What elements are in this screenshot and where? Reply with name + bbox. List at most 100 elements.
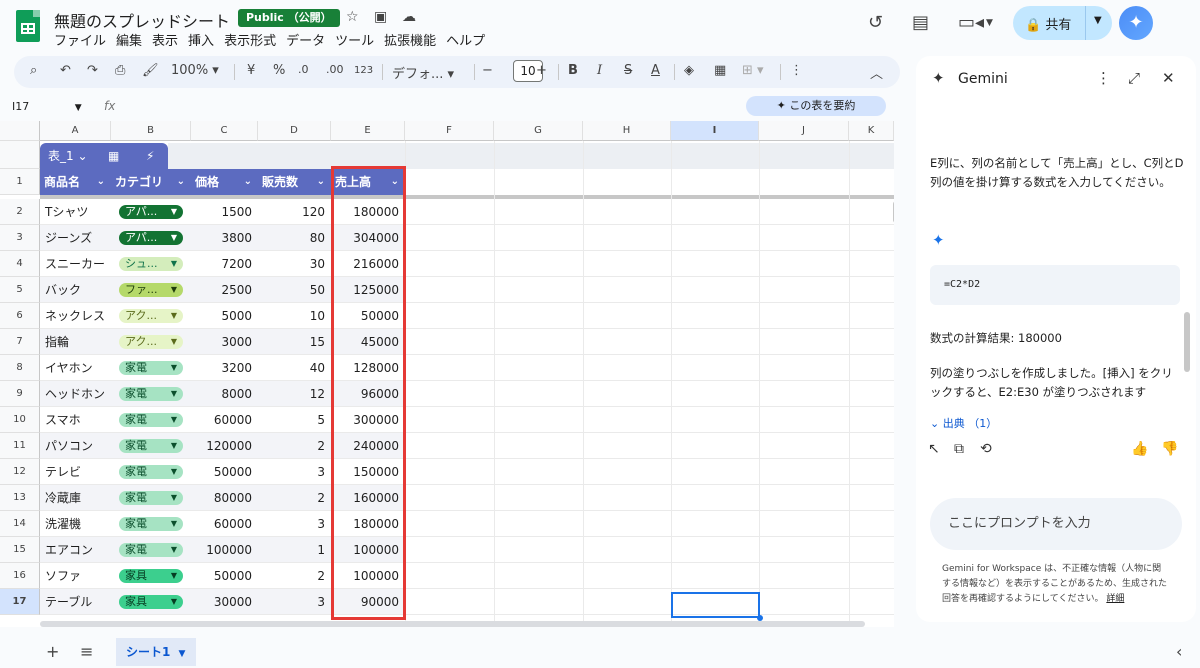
column-header-A[interactable]: A — [40, 121, 111, 141]
chip-dropdown-icon[interactable]: ▼ — [171, 283, 177, 297]
cell-quantity[interactable]: 50 — [258, 277, 331, 303]
number-format-button[interactable]: 123 — [354, 65, 373, 76]
collapse-toolbar-icon[interactable]: ︿ — [870, 63, 883, 82]
menu-item[interactable]: データ — [286, 30, 325, 49]
chip-dropdown-icon[interactable]: ▼ — [171, 257, 177, 271]
cell-quantity[interactable]: 3 — [258, 459, 331, 485]
cell-category[interactable]: シュ... ▼ — [111, 251, 191, 277]
font-size-decrease-button[interactable]: − — [482, 63, 493, 78]
cell-price[interactable]: 60000 — [191, 511, 258, 537]
menu-item[interactable]: 表示 — [152, 30, 178, 49]
cell-product-name[interactable]: ソファ — [40, 563, 111, 589]
row-header-3[interactable]: 3 — [0, 225, 40, 251]
table-header-2[interactable]: 価格 ⌄ — [191, 169, 258, 195]
active-cell-I17[interactable] — [671, 592, 760, 618]
borders-icon[interactable]: ▦ — [714, 63, 726, 78]
cell-category[interactable]: 家電 ▼ — [111, 537, 191, 563]
cell-category[interactable]: ファ... ▼ — [111, 277, 191, 303]
row-header-10[interactable]: 10 — [0, 407, 40, 433]
column-header-I[interactable]: I — [671, 121, 759, 141]
cell-category[interactable]: 家電 ▼ — [111, 511, 191, 537]
row-header-5[interactable]: 5 — [0, 277, 40, 303]
more-options-icon[interactable]: ⋮ — [790, 63, 803, 78]
cell-quantity[interactable]: 1 — [258, 537, 331, 563]
cell-price[interactable]: 120000 — [191, 433, 258, 459]
cell-product-name[interactable]: 洗濯機 — [40, 511, 111, 537]
percent-format-button[interactable]: % — [273, 63, 285, 78]
cell-product-name[interactable]: パソコン — [40, 433, 111, 459]
row-header-17[interactable]: 17 — [0, 589, 40, 615]
expand-icon[interactable]: ⤢ — [1128, 69, 1140, 87]
category-chip[interactable]: 家電 ▼ — [119, 491, 183, 505]
cell-product-name[interactable]: Tシャツ — [40, 199, 111, 225]
cell-product-name[interactable]: テレビ — [40, 459, 111, 485]
explore-icon[interactable]: ‹ — [1176, 642, 1182, 661]
cell-product-name[interactable]: バック — [40, 277, 111, 303]
fill-handle[interactable] — [757, 615, 763, 621]
more-options-icon[interactable]: ⋮ — [1096, 69, 1111, 87]
chip-dropdown-icon[interactable]: ▼ — [171, 361, 177, 375]
fill-color-icon[interactable]: ◈ — [684, 63, 694, 78]
chip-dropdown-icon[interactable]: ▼ — [171, 491, 177, 505]
cell-price[interactable]: 5000 — [191, 303, 258, 329]
menu-item[interactable]: ヘルプ — [446, 30, 485, 49]
bold-button[interactable]: B — [568, 63, 578, 78]
row-header-1[interactable]: 1 — [0, 169, 40, 195]
cell-quantity[interactable]: 2 — [258, 563, 331, 589]
increase-decimal-button[interactable]: .00 — [326, 63, 344, 76]
sheet-tab-1[interactable]: シート1 ▼ — [116, 638, 196, 666]
category-chip[interactable]: アク... ▼ — [119, 335, 183, 349]
meet-icon[interactable]: ▭◂ — [958, 12, 984, 33]
thumbs-up-icon[interactable]: 👍 — [1131, 441, 1148, 457]
menu-item[interactable]: ファイル — [54, 30, 106, 49]
row-header-9[interactable]: 9 — [0, 381, 40, 407]
cell-category[interactable]: アパ... ▼ — [111, 199, 191, 225]
category-chip[interactable]: 家電 ▼ — [119, 543, 183, 557]
category-chip[interactable]: アク... ▼ — [119, 309, 183, 323]
redo-icon[interactable]: ↷ — [87, 63, 98, 78]
cell-quantity[interactable]: 2 — [258, 433, 331, 459]
column-header-C[interactable]: C — [191, 121, 258, 141]
row-header-14[interactable]: 14 — [0, 511, 40, 537]
category-chip[interactable]: アパ... ▼ — [119, 231, 183, 245]
cell-product-name[interactable]: スニーカー — [40, 251, 111, 277]
column-header-E[interactable]: E — [331, 121, 405, 141]
print-icon[interactable]: ⎙ — [115, 63, 125, 78]
thumbs-down-icon[interactable]: 👎 — [1161, 441, 1178, 457]
chip-dropdown-icon[interactable]: ▼ — [171, 569, 177, 583]
menu-item[interactable]: 編集 — [116, 30, 142, 49]
cell-category[interactable]: 家具 ▼ — [111, 563, 191, 589]
column-header-D[interactable]: D — [258, 121, 331, 141]
copy-icon[interactable]: ⧉ — [954, 441, 964, 457]
category-chip[interactable]: 家電 ▼ — [119, 413, 183, 427]
cell-quantity[interactable]: 80 — [258, 225, 331, 251]
insert-arrow-icon[interactable]: ↖ — [928, 441, 940, 457]
chip-dropdown-icon[interactable]: ▼ — [171, 413, 177, 427]
cell-quantity[interactable]: 12 — [258, 381, 331, 407]
cell-price[interactable]: 50000 — [191, 459, 258, 485]
share-button[interactable]: 🔒 共有 ▼ — [1013, 6, 1112, 40]
table-header-0[interactable]: 商品名 ⌄ — [40, 169, 111, 195]
meet-dropdown-icon[interactable]: ▼ — [986, 18, 993, 28]
chip-dropdown-icon[interactable]: ▼ — [171, 439, 177, 453]
cell-category[interactable]: アク... ▼ — [111, 329, 191, 355]
name-box[interactable]: I17 ▼ — [12, 100, 82, 113]
column-header-H[interactable]: H — [583, 121, 671, 141]
row-header-16[interactable]: 16 — [0, 563, 40, 589]
cell-price[interactable]: 1500 — [191, 199, 258, 225]
row-header-7[interactable]: 7 — [0, 329, 40, 355]
cell-category[interactable]: 家電 ▼ — [111, 459, 191, 485]
select-all-corner[interactable] — [0, 121, 40, 141]
category-chip[interactable]: ファ... ▼ — [119, 283, 183, 297]
category-chip[interactable]: 家電 ▼ — [119, 439, 183, 453]
move-folder-icon[interactable]: ▣ — [374, 9, 387, 25]
search-icon[interactable]: ⌕ — [30, 63, 37, 78]
menu-item[interactable]: ツール — [335, 30, 374, 49]
cell-quantity[interactable]: 30 — [258, 251, 331, 277]
category-chip[interactable]: 家電 ▼ — [119, 387, 183, 401]
cell-quantity[interactable]: 2 — [258, 485, 331, 511]
table-automation-icon[interactable]: ⚡ — [146, 143, 154, 169]
cell-category[interactable]: アパ... ▼ — [111, 225, 191, 251]
table-header-3[interactable]: 販売数 ⌄ — [258, 169, 331, 195]
cell-product-name[interactable]: 指輪 — [40, 329, 111, 355]
